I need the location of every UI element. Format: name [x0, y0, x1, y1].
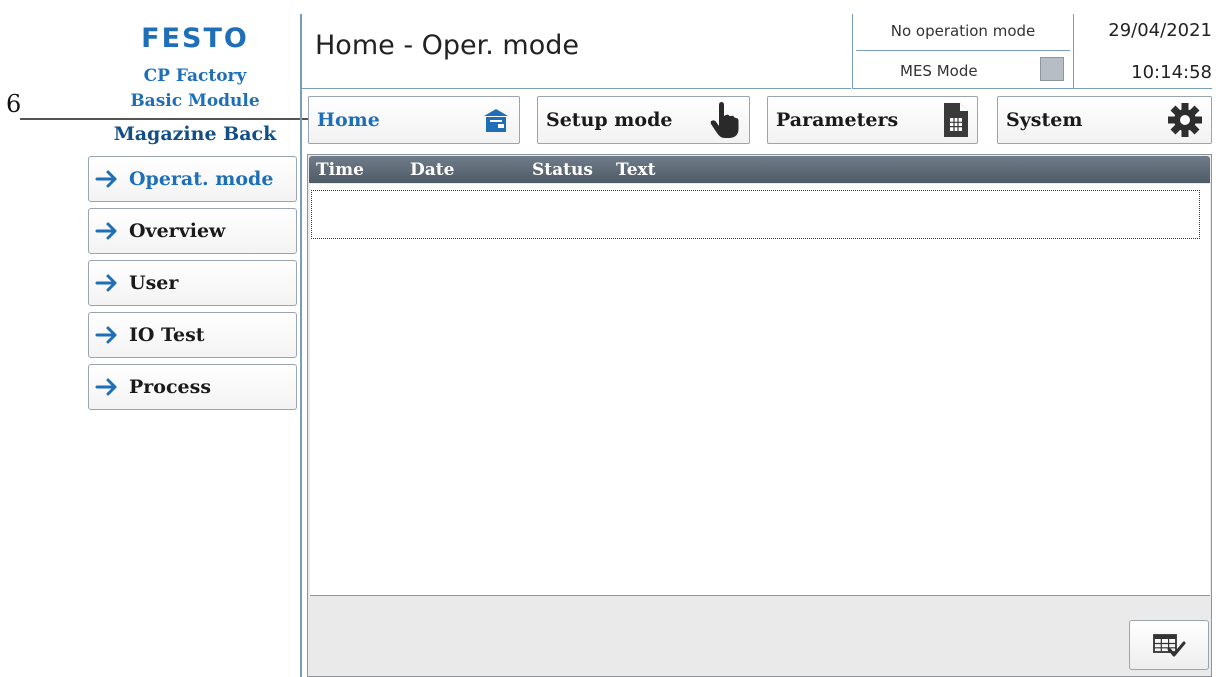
- tab-label: System: [1006, 109, 1083, 131]
- sidebar-item-label: Operat. mode: [129, 168, 274, 190]
- tab-label: Home: [317, 109, 380, 131]
- table-row-selection[interactable]: [311, 190, 1200, 239]
- title-underline: [302, 88, 851, 89]
- header-separator: [1073, 14, 1074, 88]
- sidebar-item-label: Process: [129, 376, 212, 398]
- tab-system[interactable]: System: [997, 96, 1212, 144]
- log-list[interactable]: [310, 184, 1210, 596]
- sidebar-item-operat-mode[interactable]: Operat. mode: [88, 156, 297, 202]
- sidebar-divider: [300, 14, 302, 677]
- column-header-time[interactable]: Time: [316, 160, 364, 180]
- header-separator: [852, 14, 853, 88]
- sidebar-item-overview[interactable]: Overview: [88, 208, 297, 254]
- mes-mode-indicator[interactable]: [1040, 57, 1064, 81]
- column-header-status[interactable]: Status: [532, 160, 593, 180]
- column-header-text[interactable]: Text: [616, 160, 656, 180]
- arrow-right-icon: [95, 326, 117, 344]
- sidebar-item-label: User: [129, 272, 179, 294]
- sidebar-item-label: IO Test: [129, 324, 205, 346]
- annotation-leader-line: [20, 118, 313, 120]
- festo-logo: FESTO: [141, 23, 249, 54]
- tab-home[interactable]: Home: [308, 96, 520, 144]
- arrow-right-icon: [95, 170, 117, 188]
- arrow-right-icon: [95, 222, 117, 240]
- acknowledge-button[interactable]: [1129, 620, 1209, 670]
- annotation-number: 6: [6, 90, 22, 118]
- brand-line-1: CP Factory: [143, 66, 247, 86]
- mes-mode-label: MES Mode: [900, 62, 978, 80]
- column-header-date[interactable]: Date: [410, 160, 454, 180]
- current-time: 10:14:58: [1131, 62, 1212, 83]
- home-icon: [484, 109, 508, 132]
- tab-setup-mode[interactable]: Setup mode: [537, 96, 750, 144]
- document-icon: [944, 103, 968, 137]
- gear-icon: [1168, 103, 1202, 137]
- current-date: 29/04/2021: [1108, 20, 1212, 41]
- header-divider: [856, 50, 1070, 51]
- table-check-icon: [1153, 634, 1186, 657]
- header-divider: [852, 88, 1212, 89]
- hand-pointer-icon: [710, 102, 739, 138]
- sidebar-item-process[interactable]: Process: [88, 364, 297, 410]
- tab-label: Parameters: [776, 109, 899, 131]
- sidebar-item-user[interactable]: User: [88, 260, 297, 306]
- tab-label: Setup mode: [546, 109, 673, 131]
- tab-parameters[interactable]: Parameters: [767, 96, 978, 144]
- brand-line-2: Basic Module: [130, 91, 260, 111]
- sidebar-item-label: Overview: [129, 220, 226, 242]
- station-name: Magazine Back: [113, 123, 277, 145]
- sidebar-item-io-test[interactable]: IO Test: [88, 312, 297, 358]
- operation-mode-status: No operation mode: [890, 22, 1036, 40]
- arrow-right-icon: [95, 378, 117, 396]
- arrow-right-icon: [95, 274, 117, 292]
- page-title: Home - Oper. mode: [315, 30, 580, 61]
